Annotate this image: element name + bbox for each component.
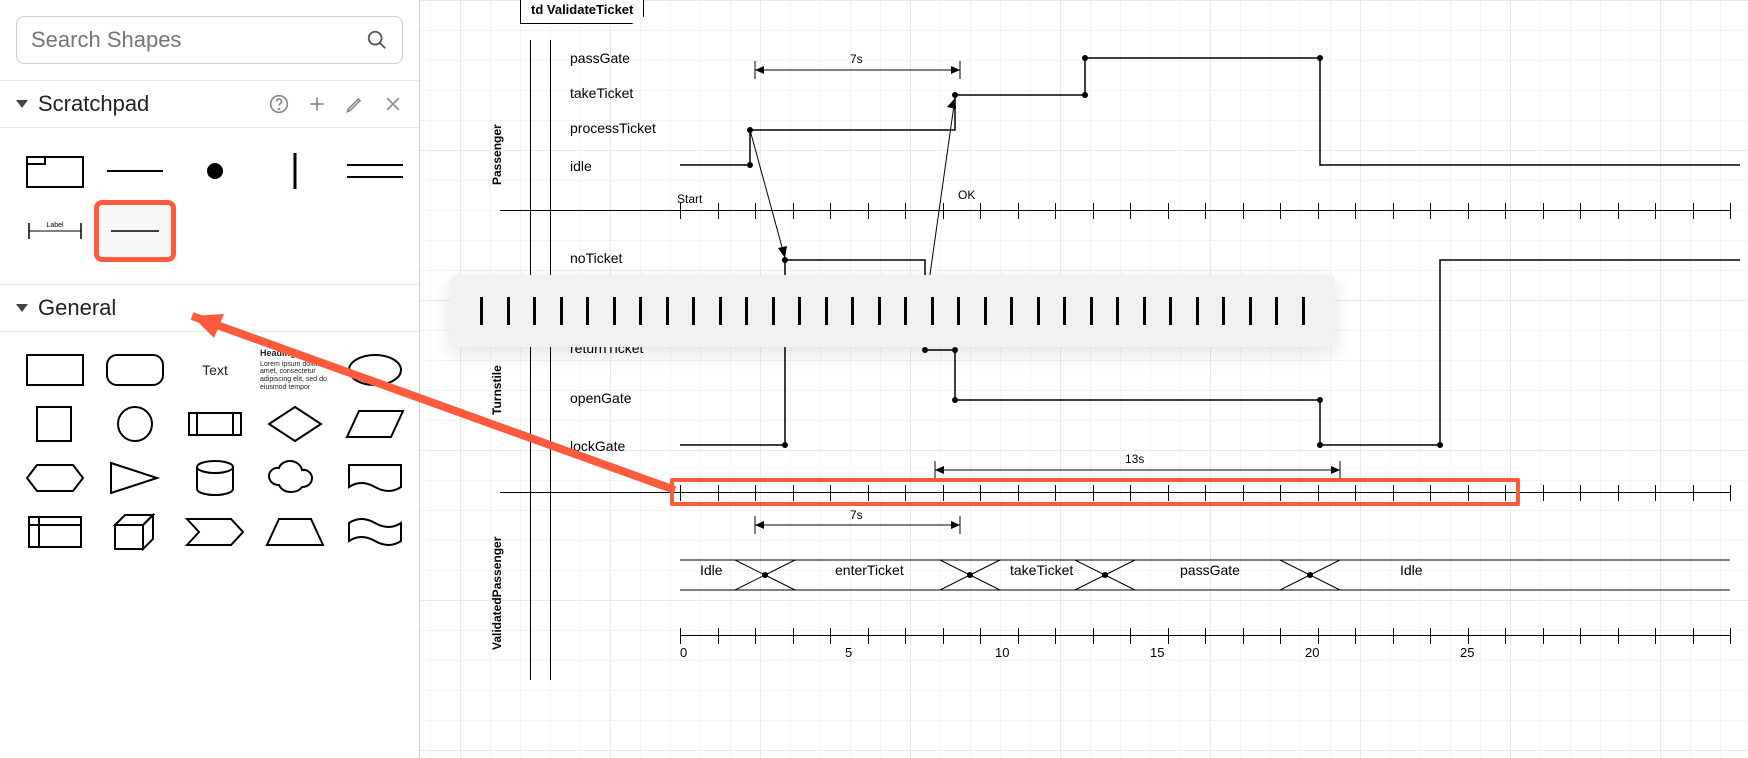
vp-passgate: passGate (1180, 562, 1240, 578)
state-noticket: noTicket (570, 250, 622, 266)
add-icon[interactable] (307, 94, 327, 114)
lane-turnstile-label: Turnstile (490, 365, 504, 415)
shape-document[interactable] (340, 458, 410, 498)
axis-25: 25 (1460, 645, 1474, 660)
shape-ellipse[interactable] (340, 350, 410, 390)
axis-0: 0 (680, 645, 687, 660)
highlight-box (94, 200, 176, 262)
shape-hexagon[interactable] (20, 458, 90, 498)
axis-10: 10 (995, 645, 1009, 660)
search-box[interactable] (16, 16, 403, 64)
shape-parallelogram[interactable] (340, 404, 410, 444)
lane-left-border (530, 40, 531, 680)
shape-rect[interactable] (20, 350, 90, 390)
vp-taketicket: takeTicket (1010, 562, 1073, 578)
lane-validated-label: ValidatedPassenger (490, 537, 504, 650)
lane-passenger-label: Passenger (490, 124, 504, 185)
lane-left-border2 (550, 40, 551, 680)
state-lockgate: lockGate (570, 438, 625, 454)
shape-square[interactable] (20, 404, 90, 444)
lane-sep-1 (500, 210, 1730, 211)
state-passgate: passGate (570, 50, 630, 66)
label-7s-top: 7s (850, 52, 863, 66)
shape-triangle[interactable] (100, 458, 170, 498)
shape-hline-highlighted[interactable] (100, 206, 170, 256)
scratchpad-body: Label (0, 128, 419, 284)
state-idle: idle (570, 158, 592, 174)
general-header[interactable]: General (0, 284, 419, 332)
shape-step[interactable] (180, 512, 250, 552)
scratchpad-title: Scratchpad (38, 91, 259, 117)
diagram-title: td ValidateTicket (520, 0, 644, 24)
shape-dot[interactable] (180, 146, 250, 196)
vp-idle1: Idle (700, 562, 723, 578)
shape-heading[interactable]: HeadingLorem ipsum dolor sit amet, conse… (260, 350, 330, 390)
axis-15: 15 (1150, 645, 1164, 660)
bottom-axis (680, 635, 1730, 636)
shape-text[interactable]: Text (180, 350, 250, 390)
canvas[interactable]: td ValidateTicket Passenger passGate tak… (420, 0, 1748, 758)
scratchpad-header[interactable]: Scratchpad (0, 80, 419, 128)
shape-folder[interactable] (20, 146, 90, 196)
shape-tape[interactable] (340, 512, 410, 552)
shape-line[interactable] (100, 146, 170, 196)
collapse-icon (16, 304, 28, 312)
label-7s-bottom: 7s (850, 508, 863, 522)
shape-process[interactable] (180, 404, 250, 444)
shape-vline[interactable] (260, 146, 330, 196)
highlight-turnstile-axis (670, 478, 1520, 506)
vp-enterticket: enterTicket (835, 562, 904, 578)
search-icon (366, 29, 388, 51)
svg-text:Label: Label (46, 222, 64, 229)
sidebar: Scratchpad Label General Text HeadingLor… (0, 0, 420, 758)
shape-circle[interactable] (100, 404, 170, 444)
floating-ruler[interactable] (450, 275, 1335, 347)
shape-trapezoid[interactable] (260, 512, 330, 552)
shape-cloud[interactable] (260, 458, 330, 498)
shape-internal-storage[interactable] (20, 512, 90, 552)
diagram-frame: td ValidateTicket Passenger passGate tak… (500, 0, 1730, 758)
general-body: Text HeadingLorem ipsum dolor sit amet, … (0, 332, 419, 570)
edit-icon[interactable] (345, 94, 365, 114)
help-icon[interactable] (269, 94, 289, 114)
state-processticket: processTicket (570, 120, 656, 136)
shape-cylinder[interactable] (180, 458, 250, 498)
shape-roundrect[interactable] (100, 350, 170, 390)
close-icon[interactable] (383, 94, 403, 114)
shape-diamond[interactable] (260, 404, 330, 444)
label-13s: 13s (1125, 452, 1144, 466)
shape-cube[interactable] (100, 512, 170, 552)
axis-20: 20 (1305, 645, 1319, 660)
axis-5: 5 (845, 645, 852, 660)
shape-double-line[interactable] (340, 146, 410, 196)
collapse-icon (16, 100, 28, 108)
state-taketicket: takeTicket (570, 85, 633, 101)
scratchpad-actions (269, 94, 403, 114)
shape-label-dim[interactable]: Label (20, 206, 90, 256)
general-title: General (38, 295, 403, 321)
search-container (0, 0, 419, 80)
state-opengate: openGate (570, 390, 632, 406)
search-input[interactable] (31, 27, 366, 53)
vp-idle2: Idle (1400, 562, 1423, 578)
